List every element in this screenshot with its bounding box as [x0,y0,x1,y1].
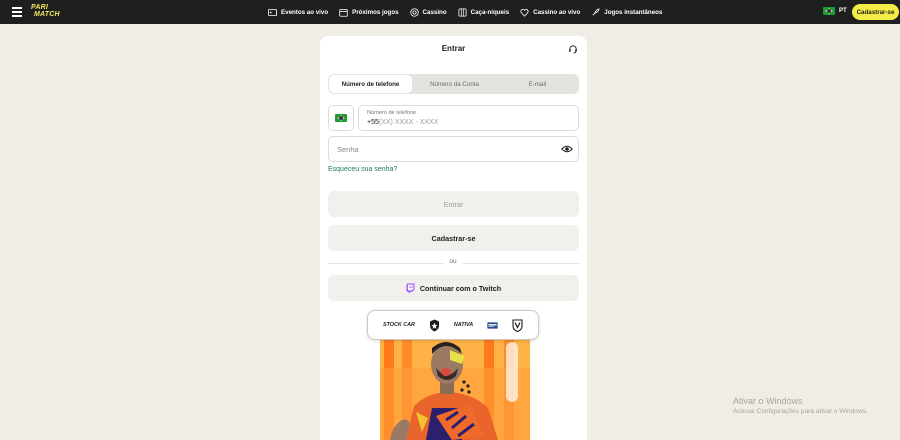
calendar-icon [339,8,348,17]
tab-account-number[interactable]: Número da Conta [413,74,496,94]
nav-item-upcoming-games[interactable]: Próximos jogos [339,8,399,17]
login-panel: Entrar Número de telefone Número da Cont… [320,36,587,440]
tab-phone-number[interactable]: Número de telefone [329,75,412,93]
nav-item-instant-games[interactable]: Jogos instantâneos [591,7,663,17]
windows-activation-watermark: Ativar o Windows Acesse Configurações pa… [733,396,868,415]
logo-line-2: MATCH [34,11,60,18]
phone-field-label: Número de telefone [367,110,417,116]
slot-machine-icon [458,7,467,17]
logo-line-1: PARI [31,4,49,11]
language-label: PT [839,8,847,14]
brazil-flag-icon [335,114,347,122]
country-code-selector[interactable] [328,105,354,131]
or-separator: ou [444,258,462,268]
password-field[interactable]: Senha [328,136,579,162]
parimatch-logo[interactable]: PARI MATCH [31,4,71,20]
club-crest-icon [429,319,439,331]
support-headset-icon[interactable] [568,44,578,54]
login-method-tabs: Número de telefone Número da Conta E-mai… [328,74,579,94]
show-password-eye-icon[interactable] [561,144,573,154]
nav-item-casino[interactable]: Cassino [409,7,447,17]
nav-label: Caça-níqueis [470,8,510,16]
menu-icon[interactable] [12,7,22,17]
partner-badge-icon [487,321,498,329]
password-placeholder: Senha [337,145,359,154]
nav-item-live-casino[interactable]: Cassino ao vivo [520,8,580,17]
sponsor-stock-car: STOCK CAR [382,322,415,328]
tab-email[interactable]: E-mail [496,74,579,94]
watermark-subtitle: Acesse Configurações para ativar o Windo… [733,408,868,415]
rocket-icon [592,7,600,15]
sponsor-strip: STOCK CAR NATIVA [367,310,539,340]
phone-number-field[interactable]: Número de telefone +55(XX) XXXX - XXXX [358,105,579,131]
nav-label: Jogos instantâneos [604,8,663,16]
nav-label: Cassino ao vivo [533,8,581,16]
phone-field-value: +55(XX) XXXX - XXXX [367,119,438,126]
promo-banner: STOCK CAR NATIVA [366,308,541,440]
phone-prefix: +55 [367,119,379,126]
main-nav: Eventos ao vivo Próximos jogos Cassino C… [268,0,673,24]
live-events-icon [268,8,277,16]
twitch-button-label: Continuar com o Twitch [419,283,502,293]
phone-placeholder: (XX) XXXX - XXXX [378,119,439,126]
nav-label: Eventos ao vivo [281,8,329,16]
twitch-login-button[interactable]: Continuar com o Twitch [328,275,579,301]
signup-button-header[interactable]: Cadastrar-se [852,4,899,20]
forgot-password-link[interactable]: Esqueceu sua senha? [328,166,397,173]
nav-label: Próximos jogos [352,8,399,16]
top-navigation-bar: PARI MATCH Eventos ao vivo Próximos jogo… [0,0,900,24]
login-submit-button[interactable]: Entrar [328,191,579,217]
twitch-icon [406,283,415,293]
watermark-title: Ativar o Windows [733,396,803,406]
nav-label: Cassino [422,8,447,16]
casino-chip-icon [409,7,419,17]
register-button[interactable]: Cadastrar-se [328,225,579,251]
language-selector[interactable]: PT [823,7,847,15]
sponsor-nativa: NATIVA [453,322,474,328]
panel-title: Entrar [441,44,466,53]
nav-item-slots[interactable]: Caça-níqueis [458,7,510,17]
live-casino-icon [520,8,529,17]
nav-item-live-events[interactable]: Eventos ao vivo [268,8,328,17]
brazil-flag-icon [823,7,835,15]
team-crest-icon [512,318,523,332]
